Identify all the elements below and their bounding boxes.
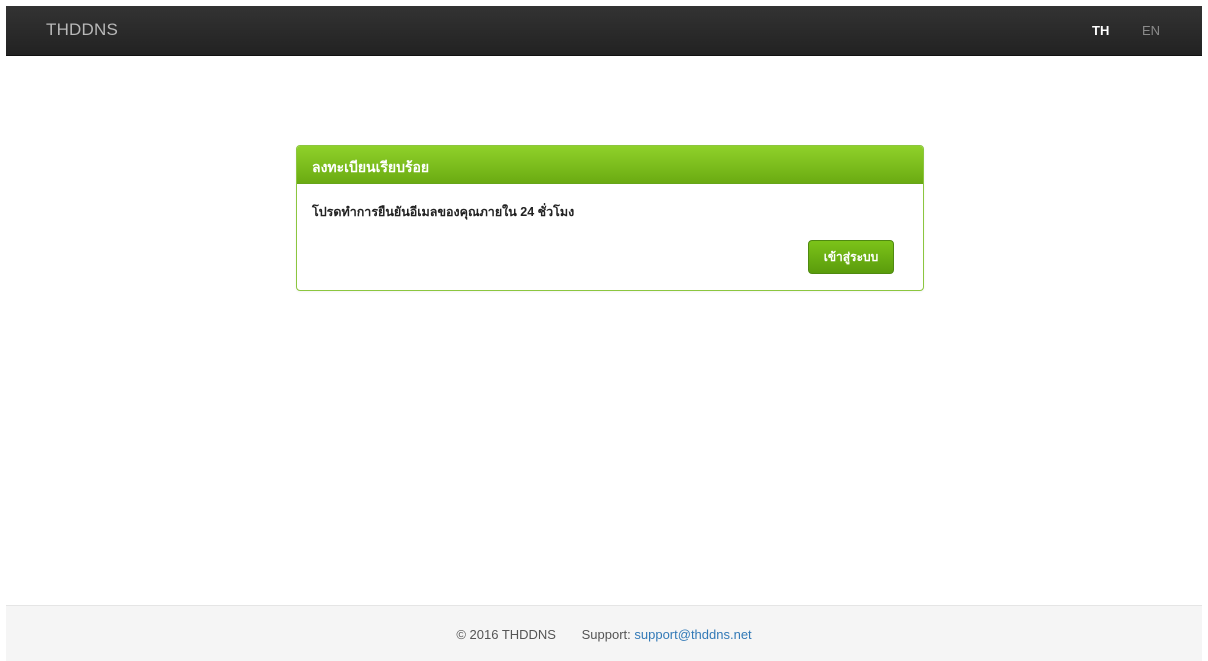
footer-copyright: © 2016 THDDNS xyxy=(456,627,556,642)
footer-support-label: Support: xyxy=(581,627,631,642)
support-email-link[interactable]: support@thddns.net xyxy=(634,627,751,642)
language-th-link[interactable]: TH xyxy=(1092,23,1109,38)
brand-link[interactable]: THDDNS xyxy=(46,20,118,40)
registration-success-panel: ลงทะเบียนเรียบร้อย โปรดทำการยืนยันอีเมลข… xyxy=(296,145,924,291)
top-navbar: THDDNS TH EN xyxy=(6,6,1202,56)
panel-title: ลงทะเบียนเรียบร้อย xyxy=(297,146,923,184)
confirmation-message: โปรดทำการยืนยันอีเมลของคุณภายใน 24 ชั่วโ… xyxy=(312,205,575,219)
login-button[interactable]: เข้าสู่ระบบ xyxy=(808,240,894,274)
language-en-link[interactable]: EN xyxy=(1142,23,1160,38)
footer-content: © 2016 THDDNS Support: support@thddns.ne… xyxy=(6,627,1202,642)
footer: © 2016 THDDNS Support: support@thddns.ne… xyxy=(6,605,1202,661)
panel-body: โปรดทำการยืนยันอีเมลของคุณภายใน 24 ชั่วโ… xyxy=(297,184,923,290)
